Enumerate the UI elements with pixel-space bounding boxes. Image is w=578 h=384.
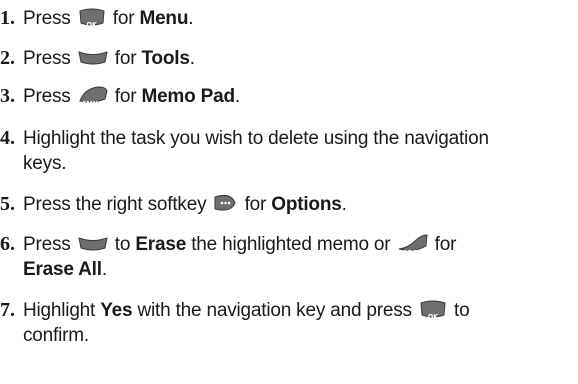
yes-term: Yes [100,300,133,321]
step-text: Press [23,8,71,29]
5-key-icon: 5JKL [78,47,108,72]
ok-key-icon: OK [78,7,106,29]
3-key-icon: 3DEF [398,233,428,257]
menu-term: Menu [139,8,189,29]
step-number: 3. [0,85,15,107]
step-number: 2. [0,47,15,69]
memo-pad-term: Memo Pad [141,86,235,107]
step-number: 5. [0,193,15,215]
2-key-icon: 2ABC [78,233,108,258]
step-number: 4. [0,127,15,149]
step-number: 6. [0,233,15,255]
erase-term: Erase [135,234,187,255]
ok-key-icon: OK [419,299,447,321]
right-softkey-icon [213,193,237,213]
tools-term: Tools [141,48,190,69]
options-term: Options [271,194,342,215]
6-key-icon: 6MNO [78,85,108,108]
step-number: 1. [0,7,15,29]
instruction-steps: 1. Press OK for Menu. 2. Press 5JKL for … [0,7,489,346]
step-number: 7. [0,299,15,321]
